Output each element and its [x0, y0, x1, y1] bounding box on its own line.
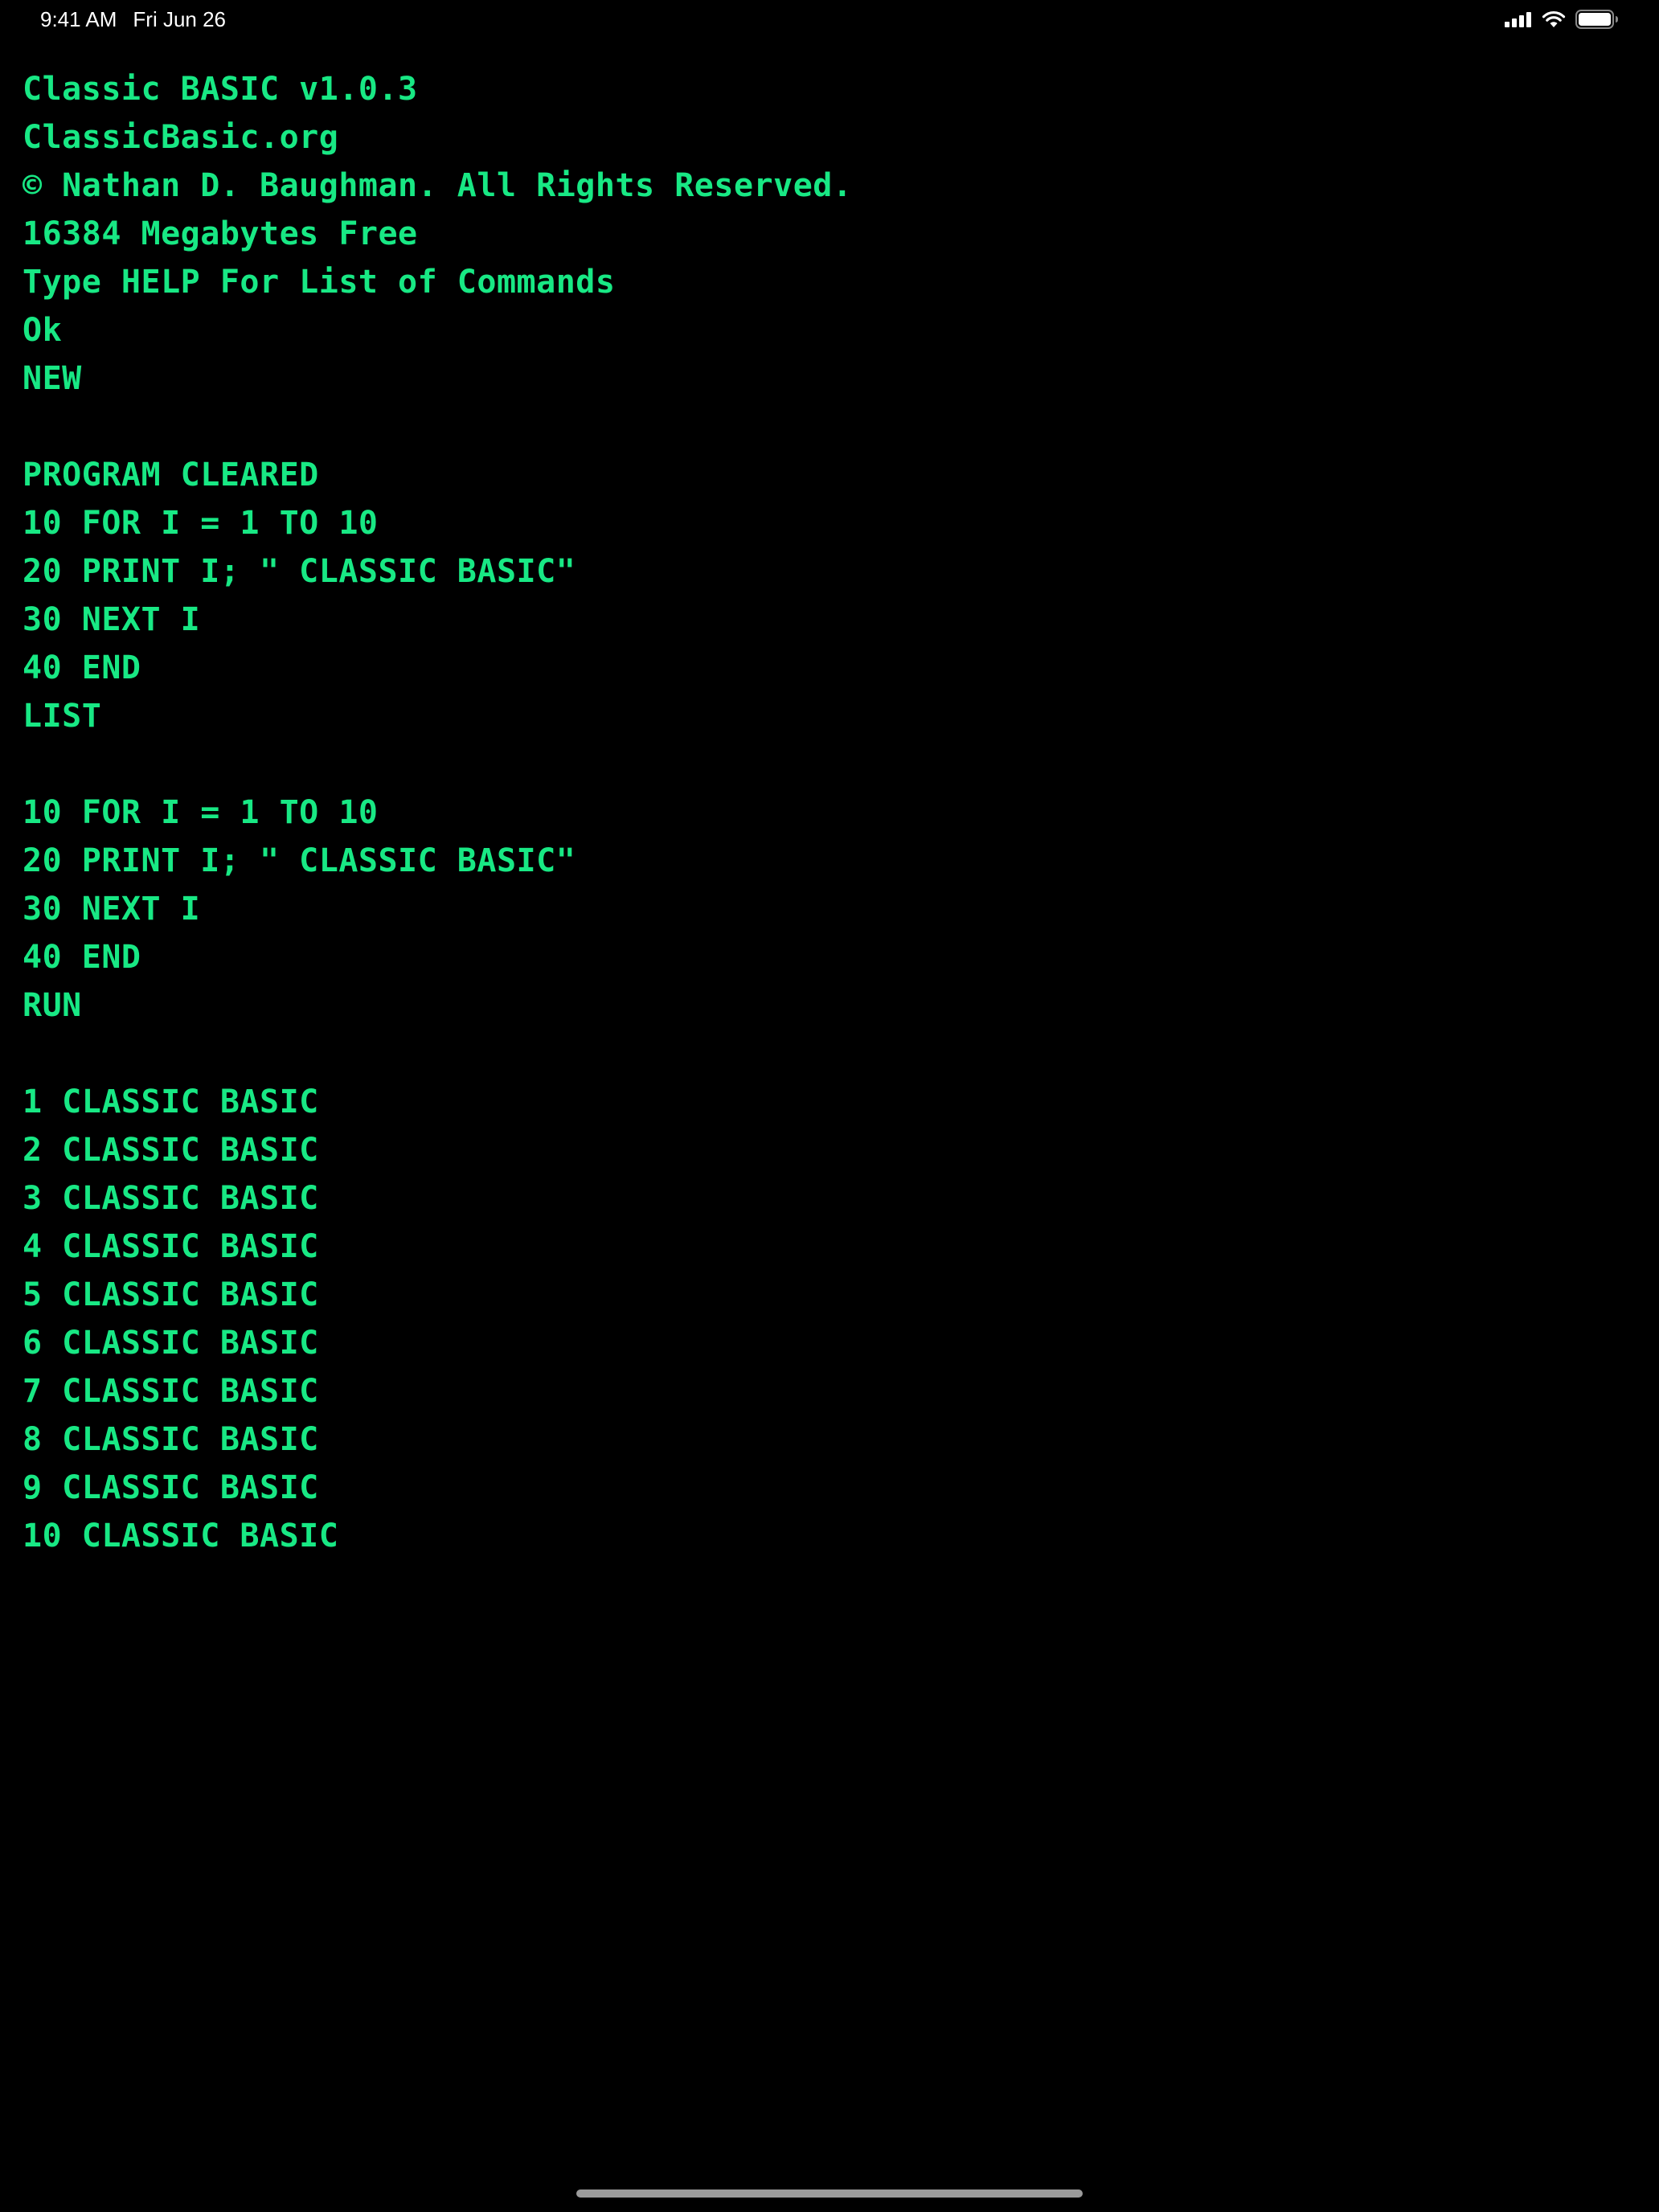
battery-icon — [1575, 10, 1619, 29]
status-time: 9:41 AM — [40, 7, 117, 31]
home-indicator[interactable] — [576, 2189, 1083, 2198]
terminal-line: Ok — [23, 312, 63, 349]
terminal-line: RUN — [23, 987, 82, 1024]
terminal-line: Type HELP For List of Commands — [23, 264, 616, 301]
wifi-icon — [1542, 10, 1566, 28]
terminal-line: 10 FOR I = 1 TO 10 — [23, 505, 379, 542]
status-time-date: 9:41 AM Fri Jun 26 — [40, 6, 226, 32]
terminal-line: 1 CLASSIC BASIC — [23, 1083, 319, 1120]
terminal-line: 30 NEXT I — [23, 601, 201, 638]
terminal-line: 10 CLASSIC BASIC — [23, 1518, 339, 1555]
terminal-line: 9 CLASSIC BASIC — [23, 1469, 319, 1506]
terminal-line: 3 CLASSIC BASIC — [23, 1180, 319, 1217]
terminal-line: 10 FOR I = 1 TO 10 — [23, 794, 379, 831]
status-bar: 9:41 AM Fri Jun 26 — [0, 0, 1659, 39]
terminal-line: © Nathan D. Baughman. All Rights Reserve… — [23, 167, 853, 204]
terminal-line: 2 CLASSIC BASIC — [23, 1132, 319, 1169]
terminal-line: 5 CLASSIC BASIC — [23, 1276, 319, 1313]
terminal-line: PROGRAM CLEARED — [23, 457, 319, 494]
terminal-line: 7 CLASSIC BASIC — [23, 1373, 319, 1410]
terminal-line: 4 CLASSIC BASIC — [23, 1228, 319, 1265]
terminal-line: 20 PRINT I; " CLASSIC BASIC" — [23, 842, 576, 879]
terminal-line: 6 CLASSIC BASIC — [23, 1325, 319, 1362]
terminal-line: LIST — [23, 698, 102, 735]
terminal-line: 20 PRINT I; " CLASSIC BASIC" — [23, 553, 576, 590]
terminal-line: 40 END — [23, 649, 141, 686]
cellular-signal-icon — [1505, 11, 1532, 27]
terminal-output[interactable]: Classic BASIC v1.0.3 ClassicBasic.org © Na… — [23, 65, 1630, 1560]
terminal-line: 8 CLASSIC BASIC — [23, 1421, 319, 1458]
terminal-line: 30 NEXT I — [23, 891, 201, 928]
status-date: Fri Jun 26 — [133, 7, 227, 31]
status-icons — [1505, 8, 1619, 31]
terminal-line: 16384 Megabytes Free — [23, 215, 418, 252]
terminal-line: ClassicBasic.org — [23, 119, 339, 156]
terminal-line: NEW — [23, 360, 82, 397]
terminal-line: Classic BASIC v1.0.3 — [23, 71, 418, 108]
terminal-line: 40 END — [23, 939, 141, 976]
